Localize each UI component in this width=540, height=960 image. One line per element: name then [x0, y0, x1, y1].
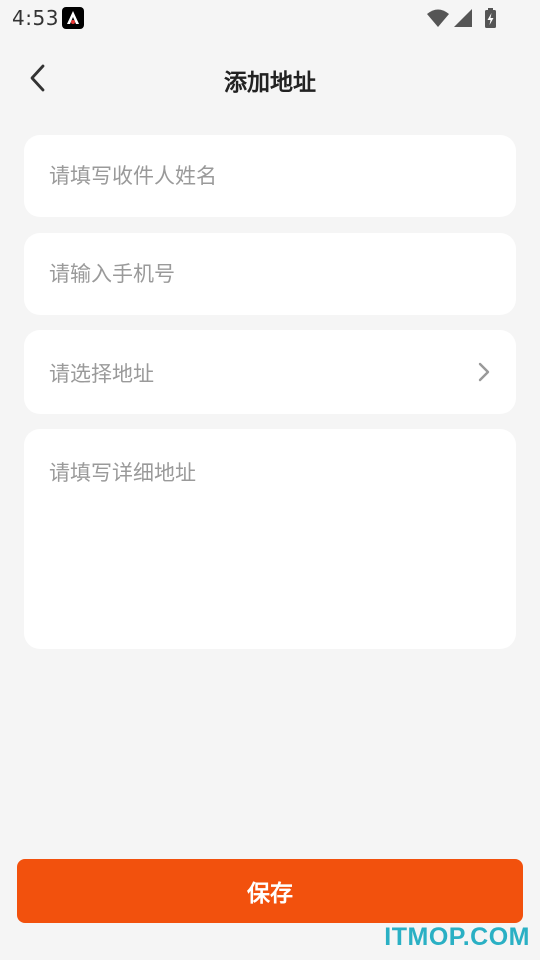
watermark-logo: ITMOP.COM [384, 923, 530, 951]
address-selector-label: 请选择地址 [49, 362, 154, 386]
phone-card [24, 233, 516, 315]
top-app-bar: 添加地址 [0, 50, 540, 108]
address-selector[interactable]: 请选择地址 [24, 330, 516, 414]
save-button[interactable]: 保存 [17, 859, 523, 923]
detail-address-textarea[interactable] [24, 429, 516, 649]
status-icons [426, 7, 502, 29]
status-time: 4:53 [12, 6, 59, 30]
chevron-right-icon [478, 362, 490, 382]
recipient-name-card [24, 135, 516, 217]
status-bar: 4:53 [0, 0, 540, 36]
phone-input[interactable] [24, 233, 516, 315]
recipient-name-input[interactable] [24, 135, 516, 217]
page-title: 添加地址 [224, 70, 316, 96]
detail-address-card [24, 429, 516, 649]
cell-signal-icon [454, 9, 472, 27]
wifi-icon [427, 9, 449, 27]
app-notification-icon [62, 7, 84, 29]
battery-charging-icon [485, 8, 496, 28]
